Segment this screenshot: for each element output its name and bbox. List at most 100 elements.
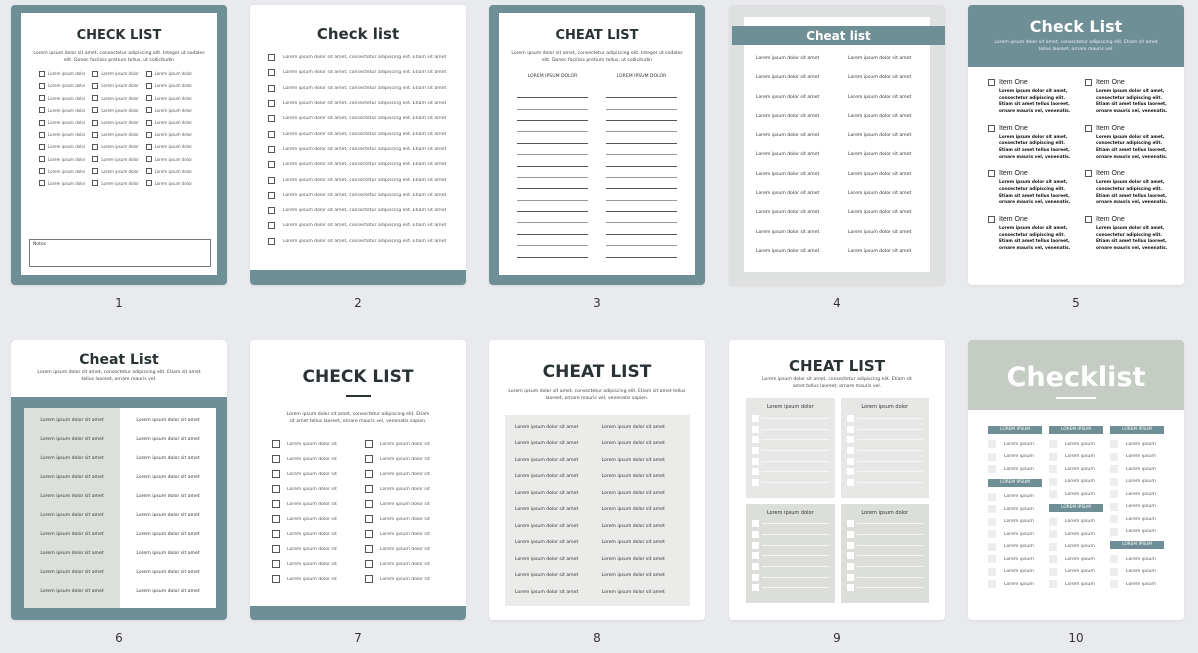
checkbox[interactable]: [365, 530, 373, 539]
checklist-item[interactable]: Lorem ipsum: [988, 578, 1042, 591]
checkbox[interactable]: [268, 115, 275, 123]
checkbox[interactable]: [1049, 452, 1057, 461]
checklist-item[interactable]: Lorem ipsum dolor: [92, 131, 145, 138]
checkbox[interactable]: [365, 470, 373, 479]
checkbox[interactable]: [268, 161, 275, 169]
checkbox[interactable]: [92, 119, 99, 126]
checklist-item[interactable]: Lorem ipsum: [1049, 553, 1103, 566]
checkbox[interactable]: [752, 531, 759, 539]
checklist-item[interactable]: Lorem ipsum: [988, 503, 1042, 516]
checkbox[interactable]: [92, 143, 99, 150]
checkbox[interactable]: [39, 180, 45, 187]
checkbox[interactable]: [1049, 542, 1057, 551]
writing-line[interactable]: [517, 189, 588, 201]
checklist-item[interactable]: Lorem ipsum: [1110, 463, 1164, 476]
checkbox[interactable]: [272, 515, 280, 524]
checklist-line[interactable]: [752, 466, 829, 477]
checklist-item[interactable]: Lorem ipsum: [988, 528, 1042, 541]
checklist-item[interactable]: Lorem ipsum: [1049, 476, 1103, 489]
checkbox[interactable]: [988, 465, 996, 474]
page-card[interactable]: Checklist LOREM IPSUM Lorem ipsum Lorem ip…: [968, 340, 1184, 620]
checklist-item[interactable]: Lorem ipsum dolor sit amet, consectetur …: [268, 172, 466, 187]
checkbox[interactable]: [272, 440, 280, 449]
checklist-item[interactable]: Lorem ipsum dolor: [145, 143, 199, 150]
writing-line[interactable]: [517, 201, 588, 213]
checklist-line[interactable]: [846, 583, 923, 594]
checkbox[interactable]: [92, 131, 99, 138]
checkbox[interactable]: [272, 530, 280, 539]
checkbox[interactable]: [846, 520, 854, 528]
page-card[interactable]: Check list Lorem ipsum dolor sit amet, c…: [250, 5, 466, 285]
checkbox[interactable]: [988, 170, 995, 178]
checklist-item[interactable]: Lorem ipsum dolor: [92, 156, 145, 163]
checklist-item[interactable]: Lorem ipsum: [1110, 513, 1164, 526]
checklist-item[interactable]: Lorem ipsum dolor sit: [272, 437, 351, 452]
checklist-item[interactable]: Lorem ipsum dolor sit: [365, 542, 444, 557]
checkbox[interactable]: [92, 180, 99, 187]
checkbox[interactable]: [752, 520, 759, 528]
checklist-item[interactable]: Lorem ipsum dolor: [39, 143, 92, 150]
checkbox[interactable]: [846, 425, 854, 433]
checkbox[interactable]: [846, 468, 854, 476]
checkbox[interactable]: [39, 131, 45, 138]
checkbox[interactable]: [752, 425, 759, 433]
checklist-line[interactable]: [846, 434, 923, 445]
checklist-line[interactable]: [752, 434, 829, 445]
checklist-item[interactable]: Lorem ipsum dolor sit: [272, 467, 351, 482]
checklist-item[interactable]: Lorem ipsum: [1110, 488, 1164, 501]
checkbox[interactable]: [1110, 580, 1118, 589]
checkbox[interactable]: [846, 531, 854, 539]
checklist-line[interactable]: [846, 445, 923, 456]
checkbox[interactable]: [365, 560, 373, 569]
checkbox[interactable]: [1085, 170, 1092, 178]
checkbox[interactable]: [846, 457, 854, 465]
checkbox[interactable]: [988, 517, 996, 526]
checkbox[interactable]: [272, 485, 280, 494]
checklist-item[interactable]: Lorem ipsum dolor sit amet, consectetur …: [268, 157, 466, 172]
checkbox[interactable]: [272, 500, 280, 509]
page-card[interactable]: CHEAT LIST Lorem ipsum dolor sit amet, c…: [729, 340, 945, 620]
checkbox[interactable]: [752, 446, 759, 454]
checklist-item[interactable]: Lorem ipsum dolor sit amet, consectetur …: [268, 188, 466, 203]
checkbox[interactable]: [365, 545, 373, 554]
checklist-item[interactable]: Lorem ipsum dolor: [145, 180, 199, 187]
checklist-line[interactable]: [752, 424, 829, 435]
checkbox[interactable]: [365, 515, 373, 524]
checkbox[interactable]: [1085, 79, 1092, 86]
checklist-item[interactable]: Lorem ipsum: [1049, 541, 1103, 554]
checkbox[interactable]: [39, 82, 45, 89]
checkbox[interactable]: [365, 500, 373, 509]
checklist-item[interactable]: Item One Lorem ipsum dolor sit amet, cons…: [988, 79, 1071, 116]
checklist-line[interactable]: [752, 477, 829, 488]
checkbox[interactable]: [1049, 465, 1057, 474]
checkbox[interactable]: [846, 573, 854, 581]
checkbox[interactable]: [988, 215, 995, 223]
writing-line[interactable]: [606, 201, 677, 213]
page-card[interactable]: CHECK LIST Lorem ipsum dolor sit amet, c…: [11, 5, 227, 285]
checkbox[interactable]: [988, 452, 996, 461]
writing-line[interactable]: [606, 223, 677, 235]
checklist-item[interactable]: Lorem ipsum: [1049, 438, 1103, 451]
checkbox[interactable]: [145, 119, 152, 126]
checkbox[interactable]: [1110, 452, 1118, 461]
checkbox[interactable]: [39, 168, 45, 175]
writing-line[interactable]: [517, 223, 588, 235]
checklist-item[interactable]: Lorem ipsum: [1049, 463, 1103, 476]
checkbox[interactable]: [268, 237, 275, 245]
checklist-item[interactable]: Lorem ipsum dolor sit: [272, 527, 351, 542]
checkbox[interactable]: [92, 70, 99, 77]
writing-line[interactable]: [606, 132, 677, 144]
checklist-item[interactable]: Item One Lorem ipsum dolor sit amet, cons…: [1085, 79, 1168, 116]
checkbox[interactable]: [92, 82, 99, 89]
checkbox[interactable]: [92, 107, 99, 114]
checkbox[interactable]: [365, 485, 373, 494]
checkbox[interactable]: [752, 468, 759, 476]
checklist-item[interactable]: Lorem ipsum dolor sit amet, consectetur …: [268, 126, 466, 141]
checklist-line[interactable]: [846, 413, 923, 424]
checkbox[interactable]: [988, 567, 996, 576]
checklist-item[interactable]: Lorem ipsum: [1049, 516, 1103, 529]
writing-line[interactable]: [517, 178, 588, 190]
checklist-item[interactable]: Lorem ipsum dolor sit amet, consectetur …: [268, 81, 466, 96]
checkbox[interactable]: [846, 446, 854, 454]
checklist-item[interactable]: Lorem ipsum dolor sit: [272, 572, 351, 587]
